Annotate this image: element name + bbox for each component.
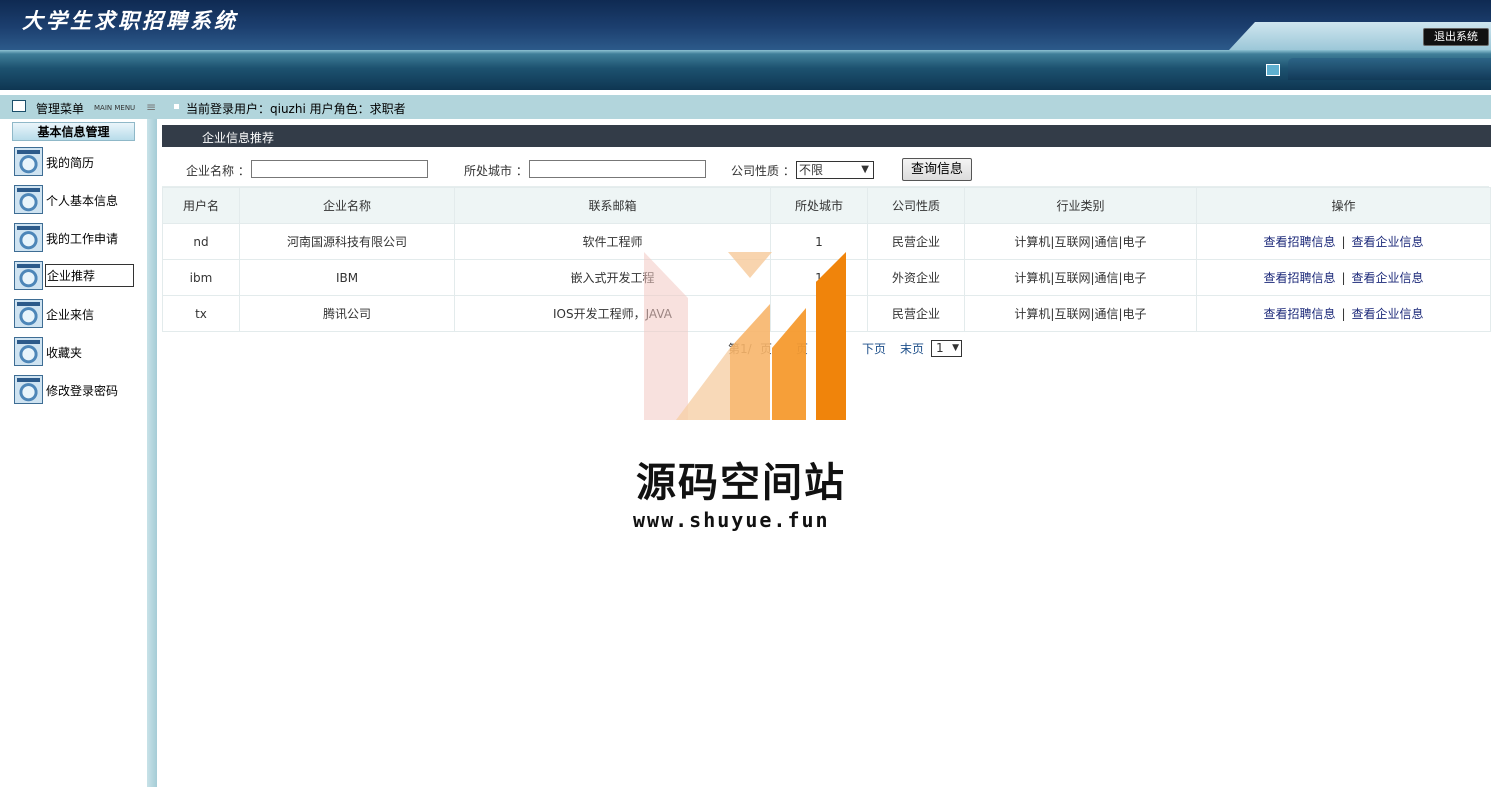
cell-email: IOS开发工程师，JAVA <box>454 295 771 332</box>
city-input[interactable] <box>529 160 706 178</box>
app-title: 大学生求职招聘系统 <box>22 8 238 33</box>
view-jobs-link[interactable]: 查看招聘信息 <box>1263 307 1335 321</box>
sidebar-item-profile[interactable]: 个人基本信息 <box>14 185 144 215</box>
next-page-link[interactable]: 下页 <box>862 340 886 357</box>
column-header: 公司性质 <box>867 187 965 224</box>
cell-user: ibm <box>162 259 240 296</box>
view-jobs-link[interactable]: 查看招聘信息 <box>1263 271 1335 285</box>
monitor-icon <box>1266 64 1280 76</box>
cell-city <box>770 295 868 332</box>
company-name-input[interactable] <box>251 160 428 178</box>
section-title-bar: 企业信息推荐 <box>162 125 1491 147</box>
cell-company: 腾讯公司 <box>239 295 455 332</box>
sidebar-item-label: 企业来信 <box>46 308 95 322</box>
action-separator: | <box>1341 307 1346 321</box>
company-nature-value: 不限 <box>799 163 824 177</box>
sidebar-item-label: 企业推荐 <box>45 264 134 287</box>
company-nature-select[interactable]: 不限 ▼ <box>796 161 874 179</box>
section-title: 企业信息推荐 <box>202 131 275 145</box>
sidebar-item-favorites[interactable]: 收藏夹 <box>14 337 144 367</box>
menu-icon <box>12 100 26 112</box>
prev-page-link[interactable]: 页 <box>796 340 808 357</box>
action-separator: | <box>1341 235 1346 249</box>
sidebar-item-resume[interactable]: 我的简历 <box>14 147 144 177</box>
cell-nature: 外资企业 <box>867 259 965 296</box>
settings-window-icon <box>14 261 43 290</box>
table-row: nd 河南国源科技有限公司 软件工程师 1 民营企业 计算机|互联网|通信|电子… <box>162 223 1491 260</box>
top-banner: 大学生求职招聘系统 退出系统 <box>0 0 1491 50</box>
company-nature-label: 公司性质 ： <box>731 164 795 178</box>
view-company-link[interactable]: 查看企业信息 <box>1352 307 1424 321</box>
cell-user: nd <box>162 223 240 260</box>
logout-button[interactable]: 退出系统 <box>1423 28 1489 46</box>
cell-city: 1 <box>770 223 868 260</box>
bullet-icon <box>174 104 179 109</box>
view-jobs-link[interactable]: 查看招聘信息 <box>1263 235 1335 249</box>
cell-actions: 查看招聘信息 | 查看企业信息 <box>1196 295 1491 332</box>
watermark-logo-bar <box>676 348 730 420</box>
sidebar-item-label: 个人基本信息 <box>46 194 119 208</box>
cell-company: IBM <box>239 259 455 296</box>
toolbar-box <box>1288 58 1491 80</box>
pager-page-suffix: 页 <box>760 342 773 356</box>
sidebar-item-company-letters[interactable]: 企业来信 <box>14 299 144 329</box>
column-header: 企业名称 <box>239 187 455 224</box>
sidebar-item-company-recommend[interactable]: 企业推荐 <box>14 261 144 291</box>
page-select-value: 1 <box>936 341 944 355</box>
chevron-down-icon: ▼ <box>861 164 869 175</box>
cell-nature: 民营企业 <box>867 223 965 260</box>
sidebar <box>0 119 147 787</box>
cell-user: tx <box>162 295 240 332</box>
view-company-link[interactable]: 查看企业信息 <box>1352 235 1424 249</box>
cell-email: 软件工程师 <box>454 223 771 260</box>
company-table: 用户名 企业名称 联系邮箱 所处城市 公司性质 行业类别 操作 nd 河南国源科… <box>162 187 1491 332</box>
sidebar-item-applications[interactable]: 我的工作申请 <box>14 223 144 253</box>
settings-window-icon <box>14 185 43 214</box>
cell-city: 1 <box>770 259 868 296</box>
menu-title: 管理菜单 <box>36 102 85 116</box>
settings-window-icon <box>14 299 43 328</box>
sidebar-item-label: 修改登录密码 <box>46 384 119 398</box>
cell-nature: 民营企业 <box>867 295 965 332</box>
cell-email: 嵌入式开发工程 <box>454 259 771 296</box>
sidebar-divider[interactable] <box>147 119 157 787</box>
view-company-link[interactable]: 查看企业信息 <box>1352 271 1424 285</box>
sidebar-group-title[interactable]: 基本信息管理 <box>12 122 135 141</box>
column-header: 联系邮箱 <box>454 187 771 224</box>
column-header: 行业类别 <box>964 187 1197 224</box>
sidebar-item-label: 我的简历 <box>46 156 95 170</box>
column-header: 所处城市 <box>770 187 868 224</box>
sidebar-item-label: 我的工作申请 <box>46 232 119 246</box>
table-header-row: 用户名 企业名称 联系邮箱 所处城市 公司性质 行业类别 操作 <box>162 187 1491 224</box>
watermark-name: 源码空间站 <box>636 460 846 506</box>
pager-info: 第1/ <box>728 342 752 356</box>
company-name-label: 企业名称 ： <box>186 164 250 178</box>
action-separator: | <box>1341 271 1346 285</box>
city-label: 所处城市 ： <box>464 164 528 178</box>
watermark-url: www.shuyue.fun <box>633 508 830 532</box>
page-select[interactable]: 1 ▼ <box>931 340 962 357</box>
column-header: 操作 <box>1196 187 1491 224</box>
table-row: ibm IBM 嵌入式开发工程 1 外资企业 计算机|互联网|通信|电子 查看招… <box>162 259 1491 296</box>
cell-actions: 查看招聘信息 | 查看企业信息 <box>1196 223 1491 260</box>
table-row: tx 腾讯公司 IOS开发工程师，JAVA 民营企业 计算机|互联网|通信|电子… <box>162 295 1491 332</box>
cell-industry: 计算机|互联网|通信|电子 <box>964 295 1197 332</box>
settings-window-icon <box>14 337 43 366</box>
cell-industry: 计算机|互联网|通信|电子 <box>964 259 1197 296</box>
settings-window-icon <box>14 223 43 252</box>
chevron-down-icon: ▼ <box>952 343 959 353</box>
cell-actions: 查看招聘信息 | 查看企业信息 <box>1196 259 1491 296</box>
cell-industry: 计算机|互联网|通信|电子 <box>964 223 1197 260</box>
settings-window-icon <box>14 375 43 404</box>
column-header: 用户名 <box>162 187 240 224</box>
menu-subtitle: MAIN MENU <box>94 104 136 112</box>
settings-window-icon <box>14 147 43 176</box>
last-page-link[interactable]: 末页 <box>900 340 924 357</box>
cell-company: 河南国源科技有限公司 <box>239 223 455 260</box>
current-user-info: 当前登录用户：qiuzhi 用户角色：求职者 <box>186 102 406 116</box>
sidebar-item-change-password[interactable]: 修改登录密码 <box>14 375 144 405</box>
sidebar-item-label: 收藏夹 <box>46 346 83 360</box>
search-button[interactable]: 查询信息 <box>902 158 972 181</box>
collapse-menu-icon[interactable]: ≡ <box>146 100 156 114</box>
